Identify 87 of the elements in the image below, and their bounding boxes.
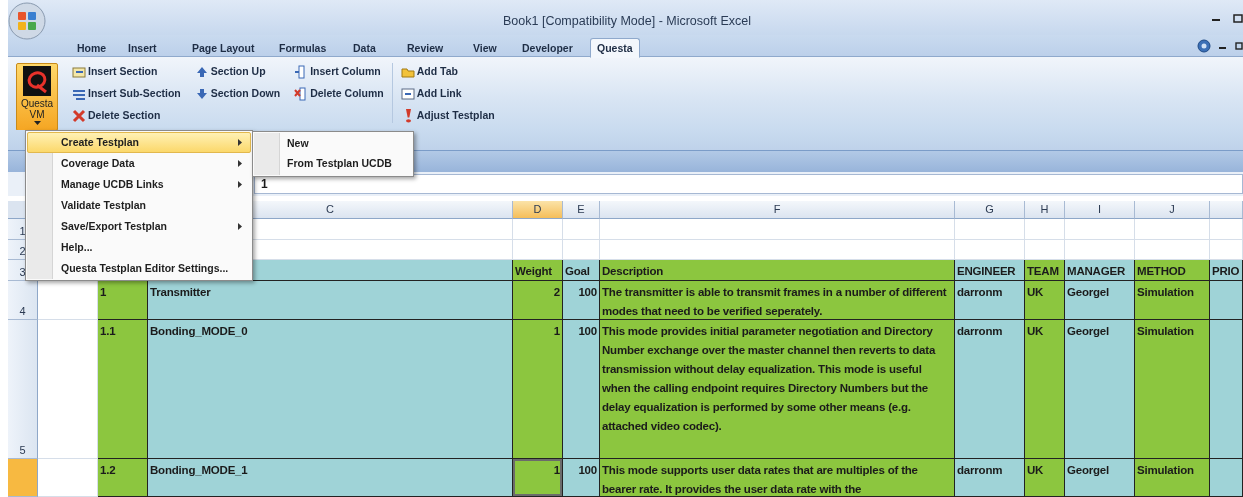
window-title: Book1 [Compatibility Mode] - Microsoft Excel (503, 13, 751, 30)
questa-vm-button[interactable]: Questa VM (16, 63, 58, 131)
ribbon-tab[interactable]: Page Layout (185, 38, 262, 58)
table-cell: Simulation (1135, 281, 1210, 320)
ribbon-tab[interactable]: Questa (590, 38, 640, 58)
table-cell: darronm (955, 281, 1025, 320)
table-cell: 2 (513, 281, 563, 320)
table-cell: 1 (98, 281, 148, 320)
menu-gutter (254, 133, 280, 175)
table-cell: MANAGER (1065, 260, 1135, 281)
table-cell: This mode supports user data rates that are multiples of the bearer rate. It provides the user data rate with the (600, 459, 955, 497)
restore-icon (1235, 41, 1243, 51)
table-cell: UK (1025, 459, 1065, 497)
table-cell: PRIO (1210, 260, 1243, 281)
column-header[interactable]: G (955, 201, 1025, 219)
exclamation-icon (405, 108, 411, 123)
row-header[interactable]: 4 (8, 281, 38, 320)
ribbon-command[interactable]: Add Link (400, 85, 495, 102)
ribbon-command[interactable]: Delete Column (294, 85, 384, 102)
caret-icon (33, 121, 41, 125)
column-header[interactable]: F (600, 201, 955, 219)
table-cell: 1.1 (98, 320, 148, 459)
table-cell: 100 (563, 459, 600, 497)
table-cell: UK (1025, 281, 1065, 320)
table-cell: Simulation (1135, 459, 1210, 497)
table-cell: Description (600, 260, 955, 281)
menu-item[interactable]: Coverage Data (27, 153, 251, 174)
ribbon-command[interactable]: Add Tab (400, 63, 495, 80)
table-cell: 100 (563, 281, 600, 320)
delete-column-icon (294, 86, 309, 101)
table-cell: ENGINEER (955, 260, 1025, 281)
ribbon-tab[interactable]: View (466, 38, 504, 58)
arrow-down-icon (194, 86, 209, 101)
table-cell: Georgel (1065, 320, 1135, 459)
row-header[interactable]: 5 (8, 320, 38, 459)
menu-item[interactable]: From Testplan UCDB (254, 154, 412, 174)
table-cell: darronm (955, 459, 1025, 497)
ribbon-tab[interactable]: Home (70, 38, 114, 58)
table-cell: 1.2 (98, 459, 148, 497)
table-cell: Weight (513, 260, 563, 281)
office-logo-icon (8, 1, 46, 40)
table-cell: UK (1025, 320, 1065, 459)
logo-icon (23, 66, 51, 96)
ribbon-command[interactable]: Insert Sub-Section (72, 85, 181, 102)
table-cell: Transmitter (148, 281, 513, 320)
table-cell: Bonding_MODE_0 (148, 320, 513, 459)
delete-icon (72, 108, 86, 123)
table-cell: 1 (513, 320, 563, 459)
table-cell: Georgel (1065, 281, 1135, 320)
ribbon-command[interactable]: Insert Section (72, 63, 181, 80)
column-header[interactable]: I (1065, 201, 1135, 219)
ribbon-command[interactable]: Adjust Testplan (400, 107, 495, 124)
ribbon-tab[interactable]: Review (400, 38, 451, 58)
table-cell: METHOD (1135, 260, 1210, 281)
ribbon-tab[interactable]: Insert (121, 38, 164, 58)
ribbon-tab[interactable]: Developer (515, 38, 580, 58)
table-cell: 1 (513, 459, 563, 497)
table-cell: 100 (563, 320, 600, 459)
menu-item[interactable]: Create Testplan (27, 132, 251, 153)
office-button[interactable] (8, 1, 46, 40)
column-header[interactable]: D (513, 201, 563, 219)
ribbon-command[interactable]: Insert Column (294, 63, 384, 80)
table-cell: Simulation (1135, 320, 1210, 459)
table-cell: TEAM (1025, 260, 1065, 281)
column-header[interactable]: E (563, 201, 600, 219)
ribbon-command[interactable]: Section Up (194, 63, 281, 80)
menu-item[interactable]: New (254, 134, 412, 154)
table-cell: darronm (955, 320, 1025, 459)
table-cell: Bonding_MODE_1 (148, 459, 513, 497)
column-header[interactable]: J (1135, 201, 1210, 219)
formula-field[interactable]: 1 (254, 174, 1243, 194)
table-cell: The transmitter is able to transmit frames in a number of different modes that need to be verified seperately. (600, 281, 955, 320)
column-header[interactable]: H (1025, 201, 1065, 219)
ribbon-tab[interactable]: Data (346, 38, 383, 58)
table-cell: Georgel (1065, 459, 1135, 497)
document-icon (400, 86, 415, 101)
ribbon-tab[interactable]: Formulas (272, 38, 334, 58)
ribbon-command[interactable]: Delete Section (72, 107, 181, 124)
table-cell: This mode provides initial parameter negotiation and Directory Number exchange over the master channel then reverts to data transmission without delay equalization. This mode is useful when the calling endpoint requires Directory Numbers but the delay equalization is performed by some other means (e.g. attached video codec). (600, 320, 955, 459)
section-icon (72, 64, 86, 79)
button-label: Questa VM (20, 98, 54, 120)
maximize-icon (1233, 14, 1243, 24)
column-header[interactable] (1210, 201, 1243, 219)
ribbon-command[interactable]: Section Down (194, 85, 281, 102)
help-icon (1197, 39, 1211, 53)
table-cell: Goal (563, 260, 600, 281)
menu-item[interactable]: Manage UCDB Links (27, 174, 251, 195)
